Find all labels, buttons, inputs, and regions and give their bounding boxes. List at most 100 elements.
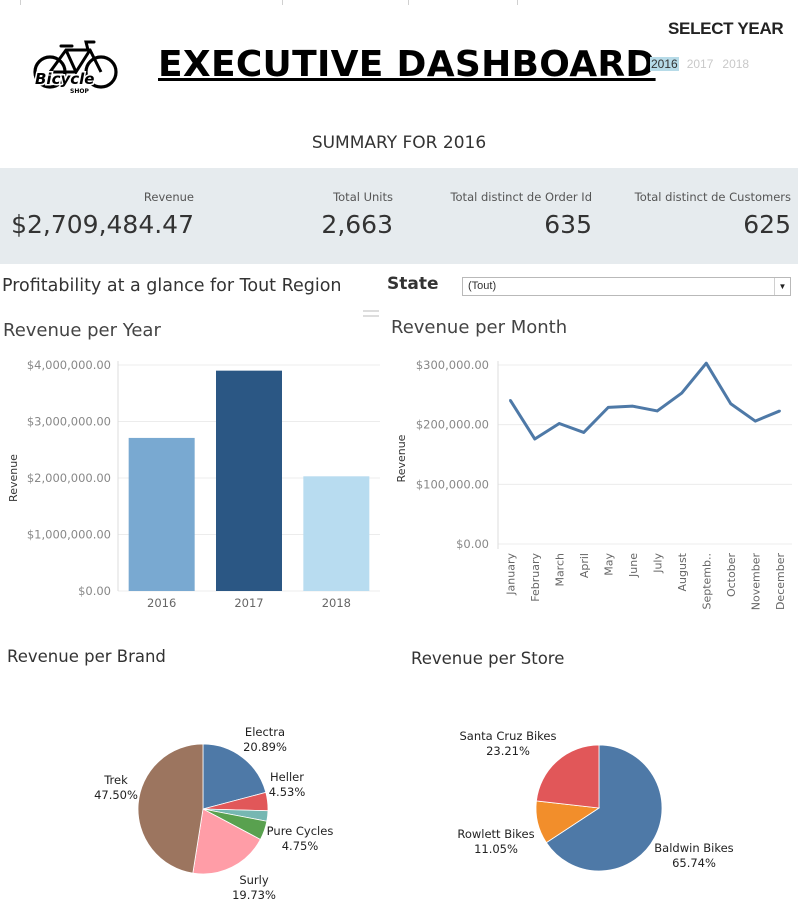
summary-title: SUMMARY FOR 2016: [311, 133, 487, 153]
y-tick-label: $1,000,000.00: [27, 528, 111, 542]
y-tick-label: $300,000.00: [416, 358, 489, 372]
slice-label: Pure Cycles: [267, 824, 334, 838]
revenue-line: [508, 361, 781, 441]
x-tick-label: May: [602, 553, 615, 576]
y-tick-label: $4,000,000.00: [27, 358, 111, 372]
line-point: [680, 391, 683, 395]
slice-percent: 4.53%: [269, 785, 306, 799]
bar: [303, 476, 370, 591]
revenue-per-brand-title: Revenue per Brand: [7, 647, 166, 666]
slice-percent: 11.05%: [474, 842, 518, 856]
line-point: [729, 402, 732, 405]
kpi-value: 635: [544, 210, 592, 239]
x-tick-label: Septemb..: [700, 553, 713, 610]
top-strip: [0, 0, 806, 5]
kpi-revenue: Revenue $2,709,484.47: [11, 190, 194, 239]
y-axis-label: Revenue: [7, 454, 20, 502]
x-tick-label: January: [504, 553, 517, 596]
x-tick-label: October: [725, 553, 738, 597]
bar: [128, 437, 195, 591]
line-point: [533, 437, 536, 441]
x-tick-label: December: [774, 553, 787, 611]
kpi-distinct-orders: Total distinct de Order Id 635: [450, 190, 592, 239]
state-dropdown-value: (Tout): [468, 280, 497, 292]
x-tick-label: August: [676, 552, 689, 591]
y-tick-label: $100,000.00: [416, 477, 489, 491]
y-axis-label: Revenue: [395, 434, 408, 482]
revenue-per-store-title: Revenue per Store: [411, 649, 565, 668]
line-point: [705, 362, 708, 365]
revenue-per-year-title: Revenue per Year: [3, 320, 161, 341]
x-tick-label: March: [553, 553, 566, 587]
year-option-2017[interactable]: 2017: [686, 57, 715, 71]
x-tick-label: June: [627, 553, 640, 578]
select-year-label: SELECT YEAR: [668, 19, 784, 38]
year-option-2016[interactable]: 2016: [650, 57, 679, 71]
bar: [216, 370, 282, 591]
y-tick-label: $0.00: [78, 584, 111, 598]
x-tick-label: November: [749, 553, 762, 611]
dashboard-title: EXECUTIVE DASHBOARD: [158, 44, 656, 85]
top-strip-segment: [282, 0, 408, 5]
kpi-band: Revenue $2,709,484.47 Total Units 2,663 …: [0, 168, 798, 264]
drag-handle-icon[interactable]: [363, 310, 379, 317]
y-tick-label: $2,000,000.00: [27, 471, 111, 485]
bicycle-shop-logo: Bicycle SHOP: [30, 38, 122, 98]
kpi-label: Total Units: [333, 190, 393, 204]
profitability-title: Profitability at a glance for Tout Regio…: [2, 276, 342, 296]
slice-percent: 4.75%: [282, 839, 319, 853]
line-point: [778, 409, 781, 413]
line-point: [607, 406, 610, 409]
slice-label: Rowlett Bikes: [457, 827, 534, 841]
chevron-down-icon[interactable]: ▼: [774, 278, 790, 295]
slice-percent: 19.73%: [232, 888, 276, 902]
slice-label: Surly: [239, 873, 269, 887]
kpi-label: Total distinct de Customers: [634, 190, 791, 204]
revenue-per-brand-chart: Electra20.89% Heller4.53% Pure Cycles4.75%…: [94, 725, 334, 902]
state-filter-label: State: [387, 274, 439, 294]
slice-percent: 65.74%: [672, 856, 716, 870]
slice-percent: 20.89%: [243, 740, 287, 754]
x-tick-label: 2018: [322, 596, 351, 610]
x-tick-label: February: [529, 553, 542, 602]
top-strip-segment: [408, 0, 518, 5]
slice-percent: 47.50%: [94, 788, 138, 802]
line-point: [631, 404, 634, 408]
logo-subtext: SHOP: [70, 88, 89, 95]
kpi-value: $2,709,484.47: [11, 210, 194, 239]
kpi-value: 625: [743, 210, 791, 239]
kpi-distinct-customers: Total distinct de Customers 625: [635, 190, 791, 239]
kpi-total-units: Total Units 2,663: [321, 190, 393, 239]
slice-label: Santa Cruz Bikes: [460, 729, 557, 743]
x-tick-label: July: [651, 553, 664, 574]
kpi-label: Total distinct de Order Id: [450, 190, 592, 204]
revenue-per-month-chart: $0.00 $100,000.00 $200,000.00 $300,000.00 Re…: [395, 358, 792, 611]
line-point: [558, 422, 561, 425]
slice-percent: 23.21%: [486, 744, 530, 758]
bicycle-icon: Bicycle SHOP: [33, 40, 118, 95]
kpi-label: Revenue: [143, 190, 194, 204]
x-tick-label: 2017: [234, 596, 263, 610]
y-tick-label: $3,000,000.00: [27, 415, 111, 429]
line-point: [582, 431, 585, 434]
line-point: [509, 399, 512, 402]
top-strip-segment: [20, 0, 282, 5]
slice-label: Electra: [245, 725, 285, 739]
y-tick-label: $0.00: [456, 537, 489, 551]
revenue-per-year-chart: $0.00 $1,000,000.00 $2,000,000.00 $3,000,00…: [7, 358, 380, 610]
logo-text: Bicycle: [35, 70, 94, 88]
pie-slice: [535, 744, 600, 809]
year-selector: 2016 2017 2018: [650, 57, 750, 71]
revenue-per-month-title: Revenue per Month: [391, 317, 568, 338]
year-option-2018[interactable]: 2018: [721, 57, 750, 71]
x-tick-label: 2016: [147, 596, 176, 610]
revenue-per-store-chart: Baldwin Bikes65.74% Rowlett Bikes11.05% Sa…: [457, 729, 734, 872]
state-dropdown[interactable]: (Tout) ▼: [462, 277, 791, 296]
pie-slice: [137, 743, 204, 874]
slice-label: Trek: [103, 773, 128, 787]
y-tick-label: $200,000.00: [416, 418, 489, 432]
line-point: [754, 419, 757, 423]
line-point: [656, 409, 659, 413]
x-tick-label: April: [578, 553, 591, 578]
kpi-value: 2,663: [321, 210, 393, 239]
